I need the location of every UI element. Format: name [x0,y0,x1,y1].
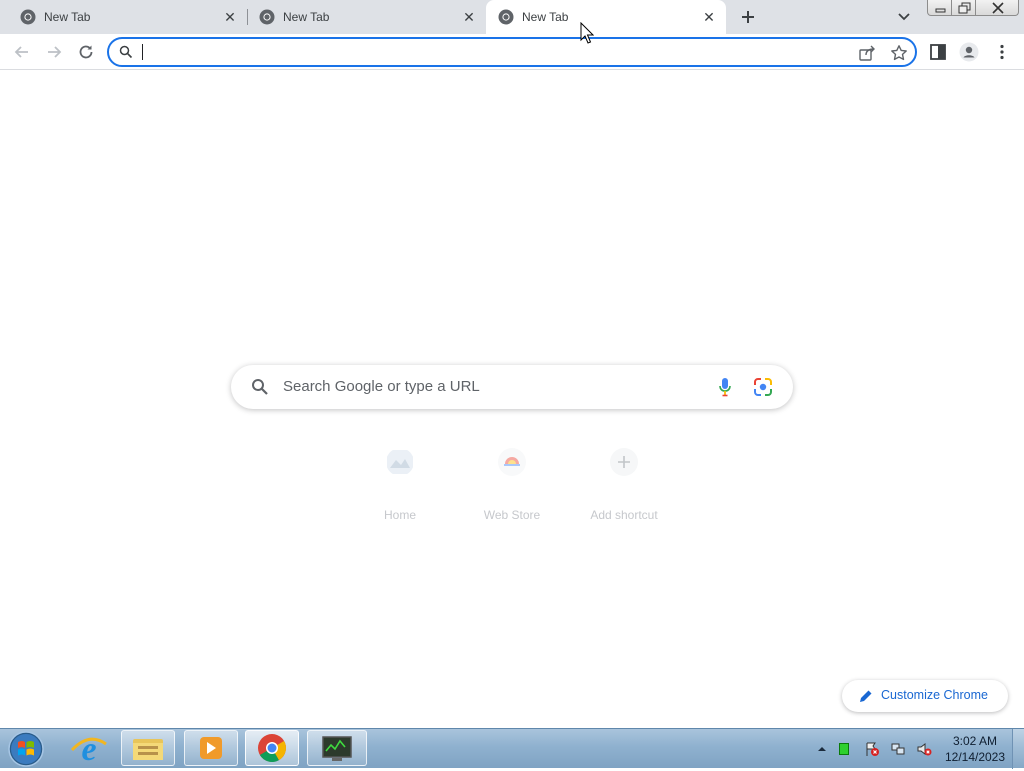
plus-icon [610,448,638,476]
web-store-icon [498,448,526,476]
ntp-search-box[interactable]: Search Google or type a URL [231,365,793,409]
reload-icon[interactable] [76,42,96,62]
taskbar-media-player[interactable] [184,730,238,766]
taskbar-system-monitor[interactable] [307,730,367,766]
close-icon[interactable]: ✕ [701,9,717,25]
shortcut-label: Home [383,508,416,522]
window-controls [927,0,1019,17]
google-lens-icon[interactable] [753,377,773,397]
close-icon [992,2,1004,14]
back-icon[interactable] [12,42,32,62]
volume-muted-icon[interactable] [916,741,932,757]
system-monitor-icon [322,736,352,761]
system-tray: 3:02 AM 12/14/2023 [812,729,1024,769]
search-icon [252,379,268,395]
home-site-icon [387,450,413,474]
tab-strip: New Tab ✕ New Tab ✕ New Tab ✕ [0,0,1024,34]
chevron-down-icon[interactable] [895,9,913,25]
shortcut-label: Add shortcut [590,508,658,522]
action-center-flag-icon[interactable] [864,741,880,757]
taskbar-file-explorer[interactable] [121,730,175,766]
share-icon[interactable] [858,44,876,62]
show-desktop-button[interactable] [1012,729,1024,769]
customize-chrome-button[interactable]: Customize Chrome [842,680,1008,712]
chrome-icon [258,734,286,762]
network-icon[interactable] [890,741,906,757]
bookmark-star-icon[interactable] [890,44,908,62]
clock-time: 3:02 AM [952,734,998,748]
close-window-button[interactable] [975,0,1019,16]
file-explorer-icon [133,739,163,760]
new-tab-page: Search Google or type a URL Home Web Sto… [0,70,1024,728]
svg-text:e: e [81,731,96,766]
voice-search-icon[interactable] [718,377,732,397]
tab-title: New Tab [283,10,330,24]
tab-title: New Tab [522,10,569,24]
minimize-icon [935,8,946,13]
start-button-icon[interactable] [6,730,46,768]
clock-date: 12/14/2023 [944,750,1006,764]
address-input[interactable] [141,42,841,62]
minimize-button[interactable] [927,0,952,16]
chrome-icon [259,9,275,25]
tab-2[interactable]: New Tab ✕ [239,0,486,34]
show-hidden-icons-icon[interactable] [814,741,830,757]
windows-taskbar: e 3:02 AM 12/14/2023 [0,728,1024,769]
taskbar-internet-explorer[interactable]: e [62,730,116,768]
tab-title: New Tab [44,10,91,24]
new-tab-button[interactable] [737,6,759,28]
internet-explorer-icon: e [70,731,107,768]
mouse-pointer-icon [580,22,594,44]
chrome-icon [498,9,514,25]
forward-icon[interactable] [44,42,64,62]
taskbar-chrome[interactable] [245,730,299,766]
close-icon[interactable]: ✕ [461,9,477,25]
restore-icon [958,2,971,14]
green-status-icon[interactable] [836,741,852,757]
restore-button[interactable] [951,0,976,16]
search-icon [119,45,133,59]
pencil-icon [860,690,872,702]
address-bar[interactable] [107,37,917,67]
media-player-icon [200,737,222,759]
chrome-icon [20,9,36,25]
search-placeholder: Search Google or type a URL [283,378,480,395]
side-panel-icon[interactable] [928,42,948,62]
customize-chrome-label: Customize Chrome [881,688,988,702]
shortcut-label: Web Store [483,508,541,522]
tab-1[interactable]: New Tab ✕ [0,0,247,34]
taskbar-clock[interactable]: 3:02 AM 12/14/2023 [940,733,1010,765]
browser-toolbar [0,34,1024,70]
shortcut-home[interactable]: Home [352,446,448,526]
tab-3-active[interactable]: New Tab ✕ [486,0,726,34]
text-caret [142,44,143,60]
shortcut-add[interactable]: Add shortcut [576,446,672,526]
profile-avatar-icon[interactable] [959,42,979,62]
shortcut-web-store[interactable]: Web Store [464,446,560,526]
kebab-menu-icon[interactable] [992,42,1012,62]
close-icon[interactable]: ✕ [222,9,238,25]
plus-icon [742,11,754,23]
